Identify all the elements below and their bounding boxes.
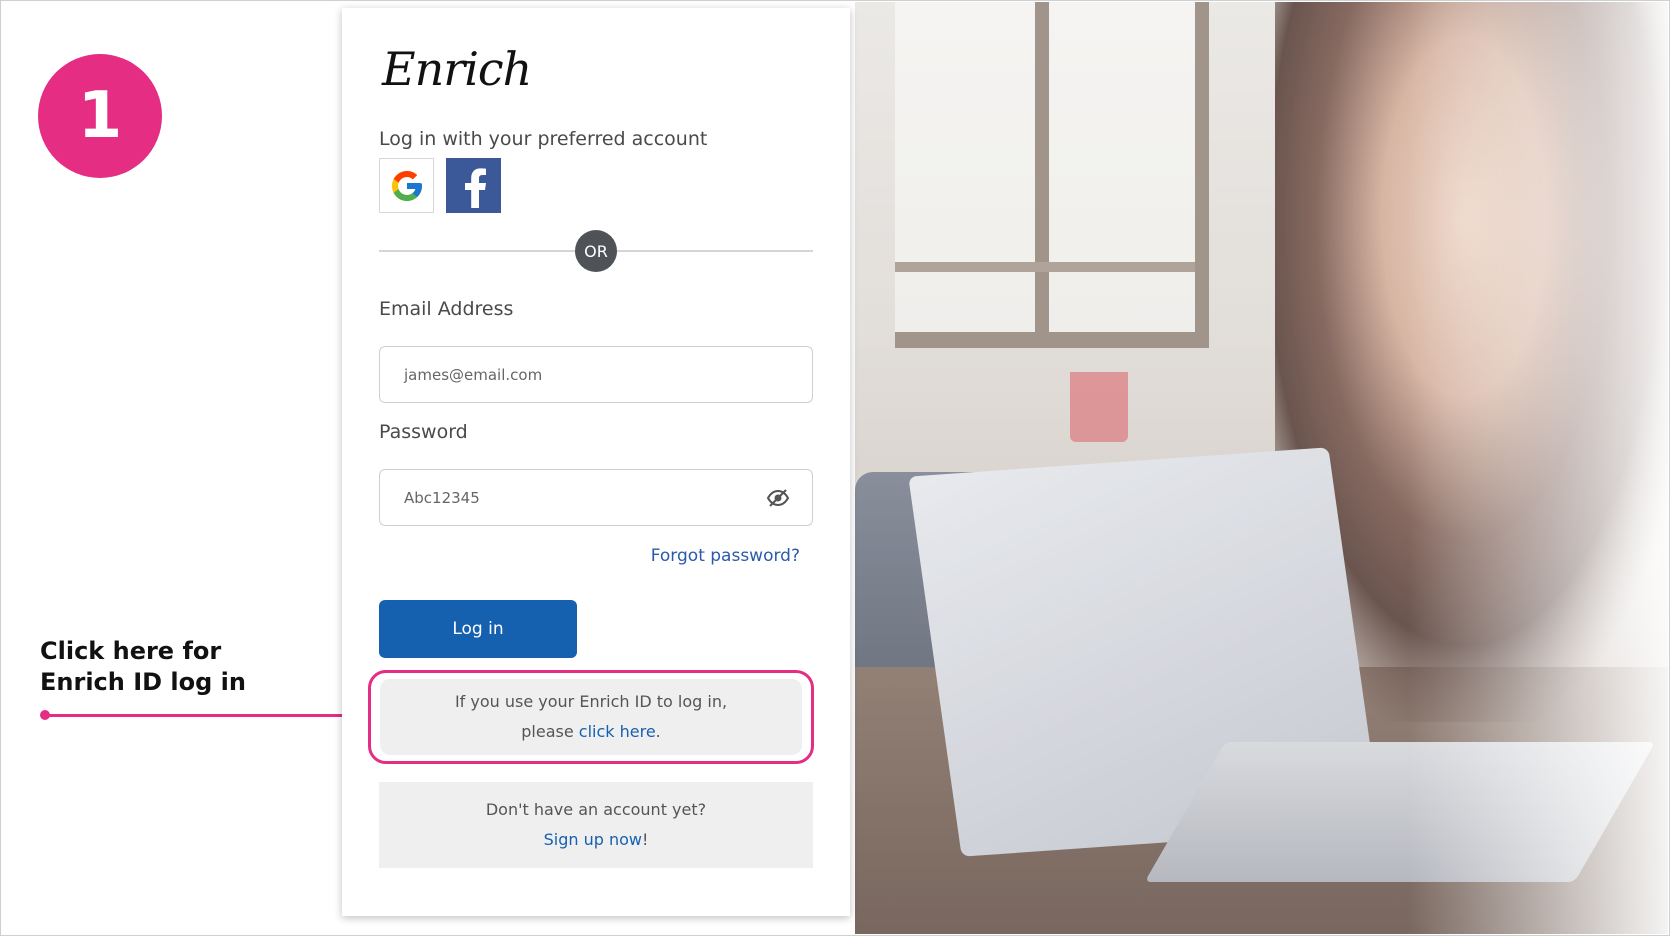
eye-slash-icon[interactable] (766, 486, 790, 510)
background-photo (855, 2, 1668, 934)
email-value: james@email.com (404, 365, 543, 384)
signup-link[interactable]: Sign up now (544, 830, 642, 849)
enrich-id-line2: please click here. (521, 722, 661, 741)
facebook-icon (464, 167, 486, 208)
social-login-prompt: Log in with your preferred account (379, 128, 708, 150)
step-number-badge: 1 (38, 54, 162, 178)
forgot-password-link[interactable]: Forgot password? (651, 546, 800, 566)
enrich-id-text: If you use your Enrich ID to log in, (454, 692, 728, 711)
google-icon (391, 170, 422, 201)
enrich-id-click-here-link[interactable]: click here (579, 722, 656, 741)
enrich-logo: Enrich (382, 42, 532, 96)
signup-line: Sign up now! (543, 830, 649, 849)
email-label: Email Address (379, 298, 514, 320)
google-login-button[interactable] (379, 158, 434, 213)
password-field[interactable]: Abc12345 (379, 469, 813, 526)
facebook-login-button[interactable] (446, 158, 501, 213)
password-label: Password (379, 421, 468, 443)
enrich-id-highlight: If you use your Enrich ID to log in, ple… (368, 670, 814, 764)
email-field[interactable]: james@email.com (379, 346, 813, 403)
or-badge: OR (575, 230, 617, 272)
callout-pointer-line (46, 714, 371, 717)
callout-text: Click here for Enrich ID log in (40, 637, 246, 696)
signup-prompt: Don't have an account yet? (485, 800, 707, 819)
password-value: Abc12345 (404, 488, 480, 507)
enrich-id-login-box: If you use your Enrich ID to log in, ple… (380, 679, 802, 755)
login-card: Enrich Log in with your preferred accoun… (342, 8, 850, 916)
signup-box: Don't have an account yet? Sign up now! (379, 782, 813, 868)
login-button[interactable]: Log in (379, 600, 577, 658)
